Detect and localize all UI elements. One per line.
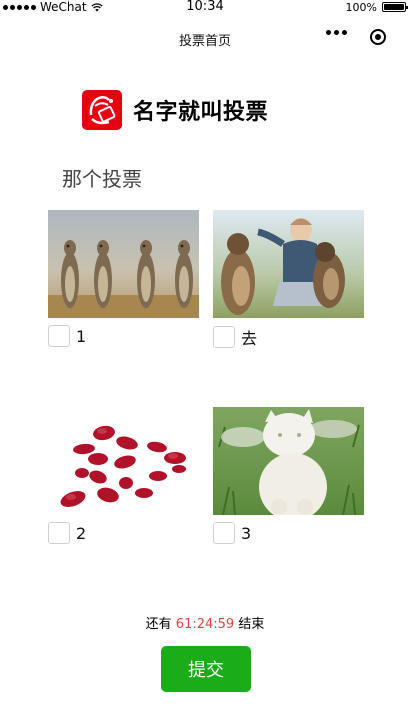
countdown-suffix: 结束	[238, 617, 265, 632]
ballot-hand-icon	[89, 96, 116, 125]
option-checkbox[interactable]	[48, 325, 70, 347]
countdown: 还有 61:24:59 结束	[0, 613, 410, 632]
battery-icon	[382, 2, 408, 12]
option-row[interactable]: 1	[48, 325, 199, 347]
nav-bar: 投票首页	[0, 22, 410, 54]
submit-button[interactable]: 提交	[161, 646, 251, 692]
option-label: 2	[76, 523, 87, 543]
meerkats-photo	[48, 210, 199, 318]
close-capsule-icon[interactable]	[370, 29, 386, 45]
status-bar: WeChat 10:34 100%	[0, 0, 410, 14]
battery-percent: 100%	[345, 0, 377, 14]
rose-petals-photo	[48, 407, 199, 515]
countdown-prefix: 还有	[145, 617, 172, 632]
option-checkbox[interactable]	[213, 326, 235, 348]
option-label: 去	[241, 329, 258, 348]
option-label: 1	[76, 326, 87, 346]
option-checkbox[interactable]	[213, 522, 235, 544]
option-label: 3	[241, 523, 252, 543]
vote-option-4[interactable]: 3	[213, 407, 364, 544]
boy-with-marmots-photo	[213, 210, 364, 318]
option-row[interactable]: 3	[213, 522, 364, 544]
white-cat-photo	[213, 407, 364, 515]
app-name: 名字就叫投票	[133, 100, 269, 125]
vote-option-3[interactable]: 2	[48, 407, 199, 544]
vote-title: 那个投票	[62, 167, 142, 191]
more-menu-icon[interactable]	[326, 30, 347, 35]
option-row[interactable]: 去	[213, 325, 364, 349]
vote-option-1[interactable]: 1	[48, 210, 199, 347]
option-row[interactable]: 2	[48, 522, 199, 544]
vote-option-2[interactable]: 去	[213, 210, 364, 349]
page-title: 投票首页	[178, 34, 231, 49]
brand-header: 名字就叫投票	[82, 90, 268, 130]
option-checkbox[interactable]	[48, 522, 70, 544]
status-right: 100%	[345, 0, 408, 14]
countdown-time: 61:24:59	[175, 617, 235, 632]
brand-logo	[82, 90, 122, 130]
